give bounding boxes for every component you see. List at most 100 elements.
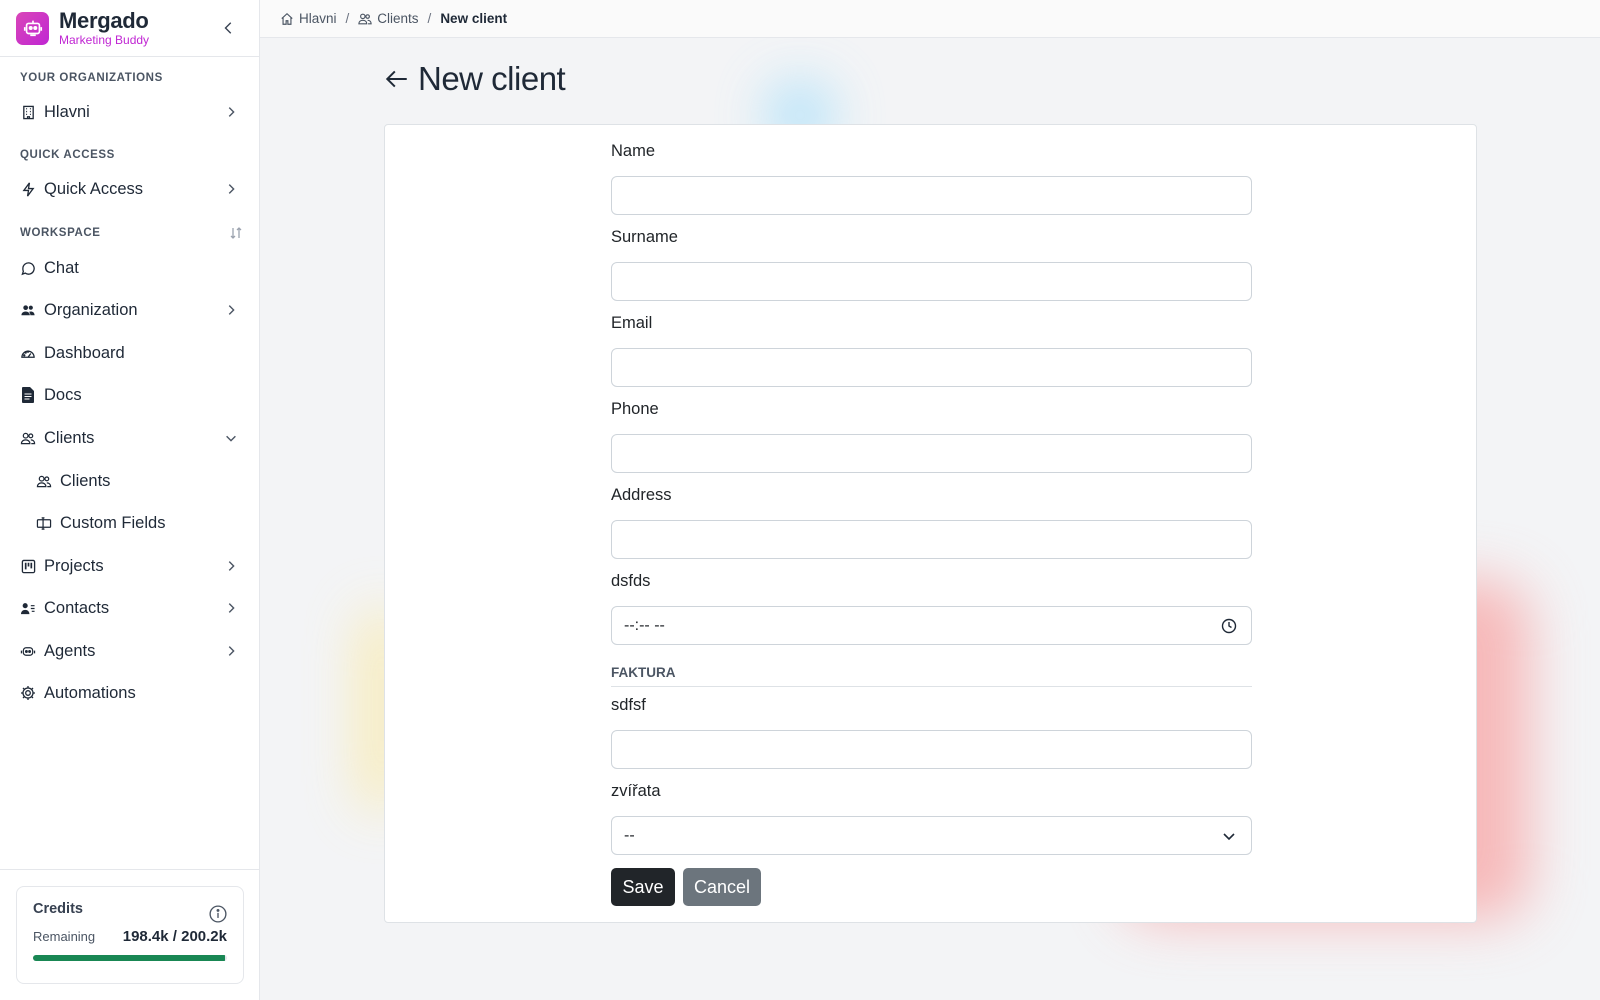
sidebar-item-label: Chat <box>44 258 79 277</box>
sdfsf-label: sdfsf <box>611 696 646 714</box>
field-name: Name <box>611 142 1252 215</box>
chevron-right-icon <box>228 561 235 571</box>
sidebar-item-label: Projects <box>44 556 104 575</box>
breadcrumb-home-label: Hlavni <box>299 11 337 26</box>
sidebar-item-projects[interactable]: Projects <box>0 548 260 584</box>
breadcrumb: Hlavni / Clients / New client <box>260 0 1600 38</box>
field-surname: Surname <box>611 228 1252 301</box>
sort-icon[interactable] <box>228 225 244 241</box>
save-button[interactable]: Save <box>611 868 675 906</box>
brand-subtitle: Marketing Buddy <box>59 33 150 47</box>
breadcrumb-current: New client <box>440 11 508 26</box>
page-title: New client <box>418 60 566 97</box>
sidebar-item-agents[interactable]: Agents <box>0 633 260 669</box>
back-arrow-icon[interactable] <box>384 66 410 92</box>
chat-icon <box>20 260 36 276</box>
sidebar-subitem-custom-fields[interactable]: Custom Fields <box>0 505 260 541</box>
sidebar-item-label: Dashboard <box>44 343 125 362</box>
sidebar-item-label: Custom Fields <box>60 513 166 532</box>
custom-fields-icon <box>36 515 52 531</box>
dsfds-label: dsfds <box>611 572 651 590</box>
credits-card: Credits Remaining 198.4k / 200.2k <box>16 886 244 984</box>
email-label: Email <box>611 314 653 332</box>
credits-progress-fill <box>33 955 226 961</box>
credits-progress-bar <box>33 955 227 961</box>
sdfsf-input[interactable] <box>611 730 1252 769</box>
section-heading-faktura: FAKTURA <box>611 665 1252 687</box>
time-input[interactable]: --:-- -- <box>611 606 1252 645</box>
info-icon[interactable] <box>209 905 227 923</box>
section-title-organizations: YOUR ORGANIZATIONS <box>20 72 163 84</box>
page-header: New client <box>384 60 566 98</box>
sidebar-item-label: Clients <box>44 428 95 447</box>
workspace-title-text: WORKSPACE <box>20 227 101 239</box>
zvirata-select[interactable]: -- <box>611 816 1252 855</box>
sidebar-item-contacts[interactable]: Contacts <box>0 590 260 626</box>
sidebar: Mergado Marketing Buddy YOUR ORGANIZATIO… <box>0 0 260 1000</box>
sidebar-item-label: Automations <box>44 683 136 702</box>
sidebar-item-label: Docs <box>44 385 82 404</box>
credits-title: Credits <box>33 901 83 917</box>
chevron-right-icon <box>228 107 235 117</box>
field-phone: Phone <box>611 400 1252 473</box>
lightning-icon <box>20 181 36 197</box>
sidebar-item-organization[interactable]: Organization <box>0 292 260 328</box>
field-sdfsf: sdfsf <box>611 696 1252 769</box>
sidebar-subitem-clients[interactable]: Clients <box>0 463 260 499</box>
cancel-button[interactable]: Cancel <box>683 868 761 906</box>
address-input[interactable] <box>611 520 1252 559</box>
breadcrumb-clients-label: Clients <box>377 11 419 26</box>
sidebar-item-chat[interactable]: Chat <box>0 250 260 286</box>
sidebar-item-label: Quick Access <box>44 179 144 198</box>
credits-remaining-label: Remaining <box>33 929 96 944</box>
sidebar-item-quick-access[interactable]: Quick Access <box>0 171 260 207</box>
building-icon <box>20 104 36 120</box>
sidebar-item-automations[interactable]: Automations <box>0 675 260 711</box>
chevron-right-icon <box>228 184 235 194</box>
phone-label: Phone <box>611 400 659 418</box>
surname-input[interactable] <box>611 262 1252 301</box>
chevron-right-icon <box>228 646 235 656</box>
home-icon <box>281 12 293 25</box>
dashboard-icon <box>20 345 36 361</box>
breadcrumb-separator: / <box>345 11 350 26</box>
breadcrumb-clients[interactable]: Clients <box>358 11 419 26</box>
name-input[interactable] <box>611 176 1252 215</box>
chevron-down-icon <box>1223 833 1235 841</box>
phone-input[interactable] <box>611 434 1252 473</box>
sidebar-item-label: Contacts <box>44 598 110 617</box>
gear-icon <box>20 685 36 701</box>
field-email: Email <box>611 314 1252 387</box>
name-label: Name <box>611 142 656 160</box>
select-value: -- <box>624 826 635 844</box>
zvirata-label: zvířata <box>611 782 661 800</box>
clock-icon[interactable] <box>1221 618 1237 634</box>
contacts-icon <box>20 600 36 616</box>
robot-logo-icon[interactable] <box>16 11 49 45</box>
users-icon <box>20 302 36 318</box>
field-address: Address <box>611 486 1252 559</box>
sidebar-item-hlavni[interactable]: Hlavni <box>0 94 260 130</box>
collapse-sidebar-button[interactable] <box>221 20 237 36</box>
chevron-down-icon <box>226 435 236 442</box>
section-title-quick-access: QUICK ACCESS <box>20 149 115 161</box>
breadcrumb-home[interactable]: Hlavni <box>280 11 337 26</box>
sidebar-item-clients[interactable]: Clients <box>0 420 260 456</box>
brand-name: Mergado <box>59 8 149 33</box>
email-input[interactable] <box>611 348 1252 387</box>
chevron-right-icon <box>228 305 235 315</box>
sidebar-item-docs[interactable]: Docs <box>0 377 260 413</box>
brand-header: Mergado Marketing Buddy <box>0 0 259 57</box>
sidebar-divider <box>0 869 260 870</box>
projects-icon <box>20 558 36 574</box>
sidebar-item-label: Organization <box>44 300 138 319</box>
sidebar-item-label: Agents <box>44 641 96 660</box>
field-zvirata: zvířata -- <box>611 782 1252 855</box>
time-input-value: --:-- -- <box>624 616 665 634</box>
clients-icon <box>20 430 36 446</box>
chevron-right-icon <box>228 603 235 613</box>
credits-value: 198.4k / 200.2k <box>122 928 227 945</box>
section-title-workspace: WORKSPACE <box>0 227 260 239</box>
breadcrumb-separator: / <box>427 11 432 26</box>
sidebar-item-dashboard[interactable]: Dashboard <box>0 335 260 371</box>
